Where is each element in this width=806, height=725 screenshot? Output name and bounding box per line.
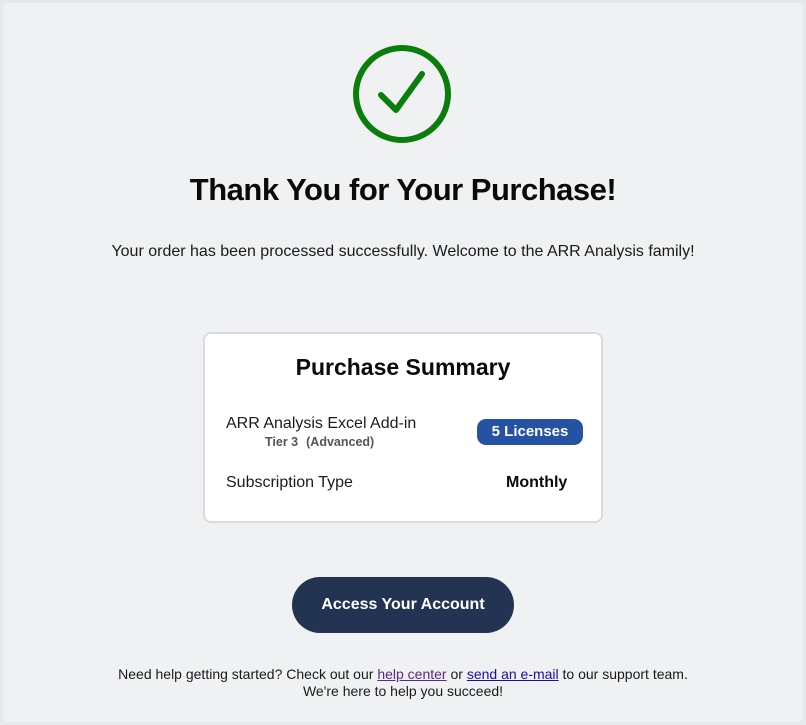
- help-center-link[interactable]: help center: [377, 666, 446, 682]
- access-account-button[interactable]: Access Your Account: [292, 577, 514, 633]
- send-email-link[interactable]: send an e-mail: [467, 666, 559, 682]
- help-text-before: Need help getting started? Check out our: [118, 666, 378, 682]
- help-text-after: to our support team.: [558, 666, 688, 682]
- help-text-middle: or: [446, 666, 467, 682]
- help-line-1: Need help getting started? Check out our…: [0, 666, 806, 683]
- subscription-type-label: Subscription Type: [226, 474, 353, 491]
- page-subtitle: Your order has been processed successful…: [111, 243, 695, 260]
- page-title: Thank You for Your Purchase!: [189, 172, 617, 207]
- summary-title: Purchase Summary: [295, 354, 511, 380]
- checkmark-circle-icon: [351, 43, 453, 145]
- tier-label: Tier 3: [265, 435, 299, 449]
- product-tier: Tier 3 (Advanced): [265, 435, 382, 449]
- purchase-summary-card: Purchase Summary ARR Analysis Excel Add-…: [203, 332, 603, 523]
- help-line-2: We're here to help you succeed!: [302, 683, 504, 699]
- licenses-badge: 5 Licenses: [477, 419, 583, 445]
- product-name: ARR Analysis Excel Add-in: [226, 415, 417, 432]
- help-text: Need help getting started? Check out our…: [0, 666, 806, 700]
- tier-level: (Advanced): [306, 435, 375, 449]
- subscription-type-value: Monthly: [506, 474, 568, 491]
